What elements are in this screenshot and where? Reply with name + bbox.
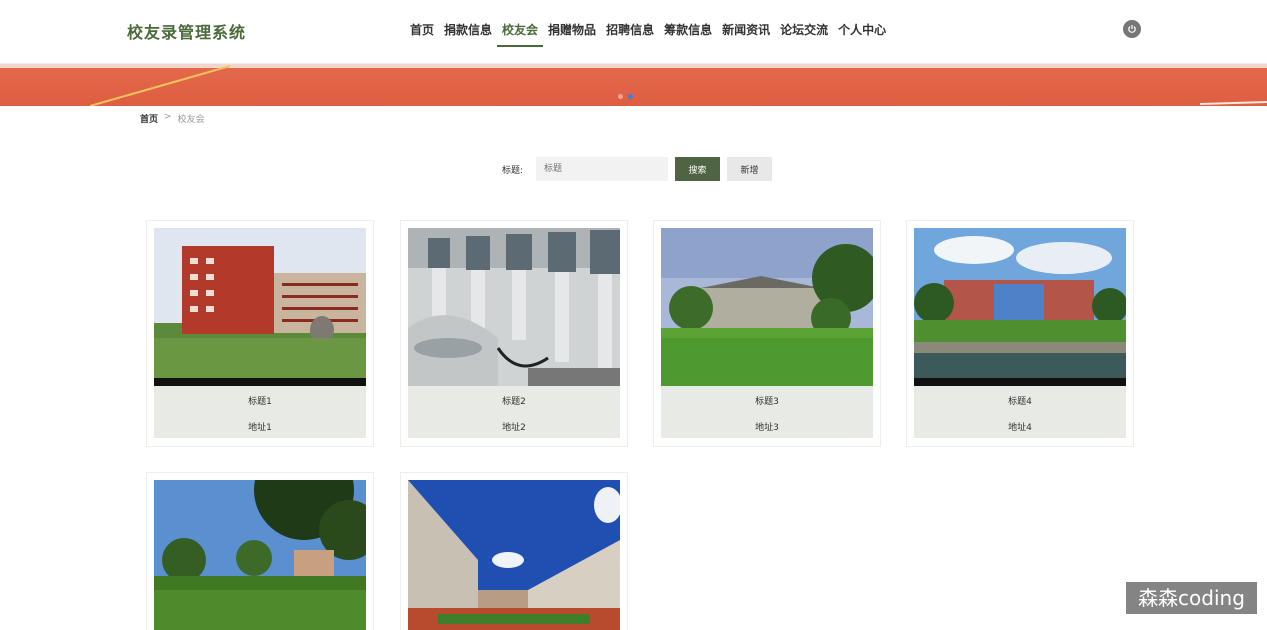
carousel-dot-active[interactable] (628, 94, 633, 99)
card-title: 标题2 (502, 397, 526, 407)
alumni-card[interactable]: 标题1 地址1 (146, 220, 374, 447)
alumni-card[interactable] (400, 472, 628, 630)
card-image (154, 228, 366, 386)
nav-donated-items[interactable]: 捐赠物品 (543, 0, 601, 64)
breadcrumb-current: 校友会 (177, 115, 205, 125)
nav-donation-info[interactable]: 捐款信息 (439, 0, 497, 64)
alumni-card[interactable] (146, 472, 374, 630)
power-icon[interactable] (1123, 20, 1141, 38)
nav-alumni-association[interactable]: 校友会 (497, 0, 544, 64)
card-image (408, 228, 620, 386)
card-info: 标题2 地址2 (408, 386, 620, 438)
nav-news[interactable]: 新闻资讯 (717, 0, 775, 64)
main-nav: 首页 捐款信息 校友会 捐赠物品 招聘信息 筹款信息 新闻资讯 论坛交流 个人中… (405, 0, 891, 64)
nav-home[interactable]: 首页 (405, 0, 439, 64)
card-info: 标题1 地址1 (154, 386, 366, 438)
card-address: 地址4 (1008, 423, 1032, 433)
card-title: 标题4 (1008, 397, 1032, 407)
search-label: 标题: (502, 166, 524, 176)
card-info: 标题3 地址3 (661, 386, 873, 438)
breadcrumb-separator: > (164, 112, 172, 122)
nav-personal-center[interactable]: 个人中心 (833, 0, 891, 64)
carousel-dot[interactable] (618, 94, 623, 99)
banner-image (0, 64, 1267, 106)
title-search-input[interactable] (536, 157, 668, 181)
search-button[interactable]: 搜索 (675, 157, 720, 181)
card-address: 地址1 (248, 423, 272, 433)
nav-forum[interactable]: 论坛交流 (775, 0, 833, 64)
alumni-card[interactable]: 标题3 地址3 (653, 220, 881, 447)
card-image (661, 228, 873, 386)
watermark: 森森coding (1126, 582, 1257, 614)
card-title: 标题1 (248, 397, 272, 407)
card-title: 标题3 (755, 397, 779, 407)
nav-fundraising[interactable]: 筹款信息 (659, 0, 717, 64)
banner-carousel[interactable] (0, 64, 1267, 106)
top-header: 校友录管理系统 首页 捐款信息 校友会 捐赠物品 招聘信息 筹款信息 新闻资讯 … (0, 0, 1267, 64)
breadcrumb: 首页 > 校友会 (140, 112, 205, 125)
site-logo[interactable]: 校友录管理系统 (127, 19, 246, 43)
card-image (154, 480, 366, 630)
card-image (914, 228, 1126, 386)
alumni-card[interactable]: 标题4 地址4 (906, 220, 1134, 447)
card-info: 标题4 地址4 (914, 386, 1126, 438)
card-image (408, 480, 620, 630)
card-address: 地址3 (755, 423, 779, 433)
breadcrumb-home[interactable]: 首页 (140, 112, 158, 125)
add-button[interactable]: 新增 (727, 157, 772, 181)
card-address: 地址2 (502, 423, 526, 433)
carousel-dots (618, 94, 633, 99)
nav-recruitment[interactable]: 招聘信息 (601, 0, 659, 64)
alumni-card[interactable]: 标题2 地址2 (400, 220, 628, 447)
